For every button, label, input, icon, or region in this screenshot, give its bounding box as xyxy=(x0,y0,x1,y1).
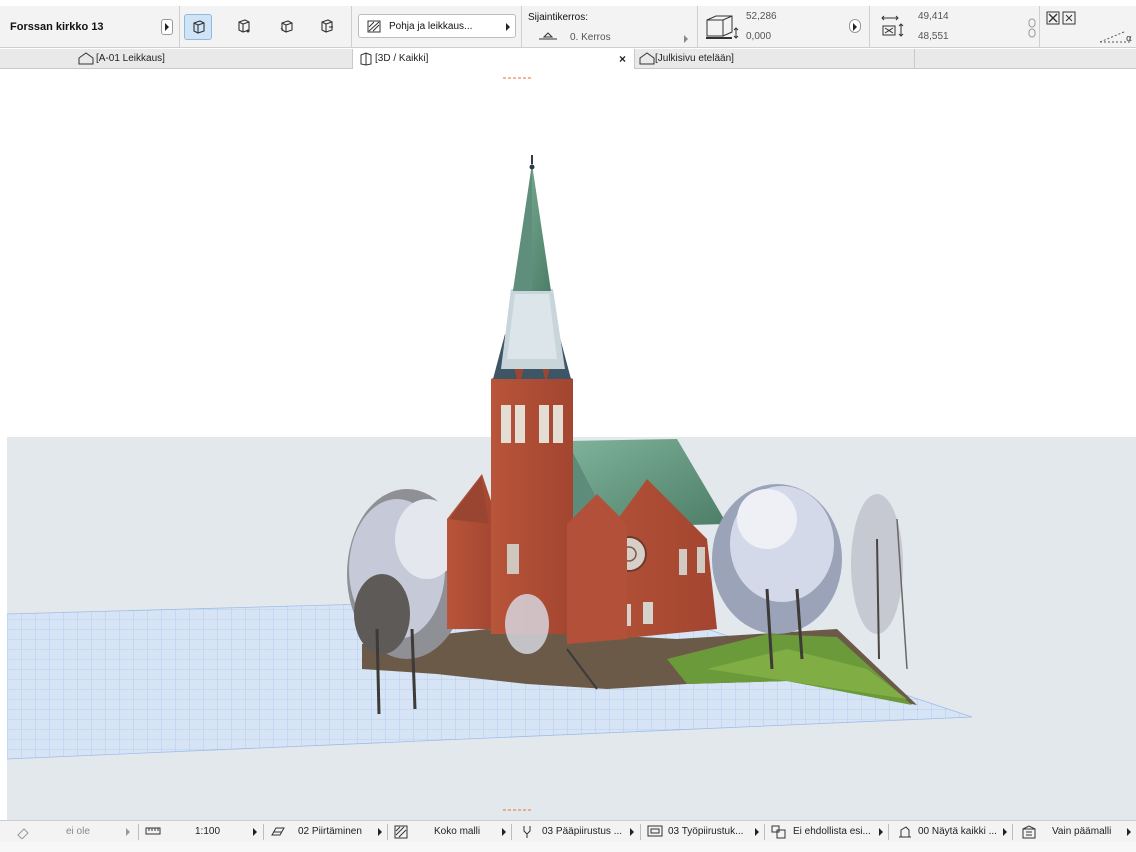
scale-item[interactable]: 1:100 xyxy=(139,821,264,843)
story-segment: Sijaintikerros: 0. Kerros xyxy=(522,6,698,48)
model-view-item[interactable]: Koko malli xyxy=(388,821,512,843)
structure-display-icon xyxy=(1022,825,1036,839)
size-segment: 49,414 48,551 xyxy=(870,6,1040,48)
story-arrow-icon[interactable] xyxy=(684,35,688,43)
structure-display-arrow-icon[interactable] xyxy=(1127,828,1131,836)
height-value[interactable]: 48,551 xyxy=(918,31,949,42)
cube-icon xyxy=(193,20,205,34)
project-segment: Forssan kirkko 13 xyxy=(0,6,180,48)
pen-set-arrow-icon[interactable] xyxy=(630,828,634,836)
viewpoint-label: Pohja ja leikkaus... xyxy=(389,21,473,32)
structure-display-value: Vain päämalli xyxy=(1052,826,1112,837)
box-options-button[interactable] xyxy=(849,19,861,33)
toggle-cross-icon[interactable] xyxy=(1046,11,1086,25)
project-name: Forssan kirkko 13 xyxy=(10,21,104,33)
tab-label: [3D / Kaikki] xyxy=(375,53,429,64)
orbit-cube-icon xyxy=(280,20,293,33)
tab-close-icon[interactable]: × xyxy=(619,52,626,66)
story-label: Sijaintikerros: xyxy=(528,12,589,23)
chain-link-icon[interactable] xyxy=(1028,18,1036,38)
story-value[interactable]: 0. Kerros xyxy=(570,32,611,43)
plan-section-icon xyxy=(367,20,381,33)
graphic-override-arrow-icon[interactable] xyxy=(1003,828,1007,836)
graphic-override-value: 00 Näytä kaikki ... xyxy=(918,826,997,837)
monitor-icon xyxy=(647,825,663,837)
quick-options-bar: ei ole 1:100 02 Piirtäminen Koko malli 0… xyxy=(0,820,1136,842)
point-cloud-scene xyxy=(7,77,1136,820)
model-view-options-value: 03 Työpiirustuk... xyxy=(668,826,744,837)
undo-label: ei ole xyxy=(66,826,90,837)
renovation-filter-value: Ei ehdollista esi... xyxy=(793,826,871,837)
dropdown-arrow-icon xyxy=(506,23,510,31)
story-level-icon xyxy=(539,32,557,40)
window-tab-bar: [A-01 Leikkaus] [3D / Kaikki] × [Julkisi… xyxy=(0,49,1136,69)
layer-combo-item[interactable]: 02 Piirtäminen xyxy=(264,821,388,843)
box-elevation-icon xyxy=(706,15,739,39)
renovation-icon xyxy=(771,825,786,839)
3d-view-fly-button[interactable] xyxy=(313,14,341,40)
tab-label: [Julkisivu etelään] xyxy=(655,53,734,64)
3d-window-icon xyxy=(360,52,372,66)
undo-item[interactable]: ei ole xyxy=(0,821,140,843)
project-menu-button[interactable] xyxy=(161,19,173,35)
graphic-override-item[interactable]: 00 Näytä kaikki ... xyxy=(889,821,1013,843)
church-model xyxy=(447,155,727,644)
angle-icon: α xyxy=(1099,31,1132,44)
elevation-icon xyxy=(639,52,655,65)
section-icon xyxy=(78,52,94,65)
layer-combo-value: 02 Piirtäminen xyxy=(298,826,362,837)
viewpoint-dropdown[interactable]: Pohja ja leikkaus... xyxy=(358,14,516,38)
graphic-override-icon xyxy=(899,826,911,838)
ruler-icon xyxy=(145,827,161,835)
box-height-segment: 52,286 0,000 xyxy=(698,6,870,48)
tab-section[interactable]: [A-01 Leikkaus] xyxy=(0,49,353,69)
misc-segment: α xyxy=(1040,6,1136,48)
3d-view-orbit-button[interactable] xyxy=(273,14,301,40)
model-view-arrow-icon[interactable] xyxy=(502,828,506,836)
pen-set-value: 03 Pääpiirustus ... xyxy=(542,826,623,837)
viewpoint-segment: Pohja ja leikkaus... xyxy=(352,6,522,48)
box-top-value[interactable]: 52,286 xyxy=(746,11,777,22)
renovation-arrow-icon[interactable] xyxy=(879,828,883,836)
svg-text:α: α xyxy=(1126,34,1132,44)
scale-value: 1:100 xyxy=(195,826,221,837)
undo-arrow-icon[interactable] xyxy=(126,828,130,836)
model-view-value: Koko malli xyxy=(434,826,481,837)
renovation-filter-item[interactable]: Ei ehdollista esi... xyxy=(765,821,889,843)
eraser-icon xyxy=(17,828,29,839)
3d-view-axonometry-button[interactable] xyxy=(184,14,212,40)
3d-view-perspective-button[interactable] xyxy=(230,14,258,40)
width-height-icon xyxy=(881,15,904,37)
pen-icon xyxy=(523,826,531,838)
scale-arrow-icon[interactable] xyxy=(253,828,257,836)
info-box: Forssan kirkko 13 Pohja ja leikkaus... S… xyxy=(0,6,1136,48)
tab-3d[interactable]: [3D / Kaikki] × xyxy=(353,49,635,69)
pen-set-item[interactable]: 03 Pääpiirustus ... xyxy=(512,821,640,843)
width-value[interactable]: 49,414 xyxy=(918,11,949,22)
3d-viewport[interactable] xyxy=(7,69,1136,820)
bottom-strip xyxy=(0,842,1136,852)
model-view-options-arrow-icon[interactable] xyxy=(755,828,759,836)
tab-label: [A-01 Leikkaus] xyxy=(96,53,165,64)
model-view-icon xyxy=(394,825,408,839)
fly-cube-icon xyxy=(321,19,333,33)
view-mode-segment xyxy=(180,6,352,48)
box-bottom-value[interactable]: 0,000 xyxy=(746,31,771,42)
perspective-cube-icon xyxy=(238,19,250,33)
model-view-options-item[interactable]: 03 Työpiirustuk... xyxy=(641,821,765,843)
layer-arrow-icon[interactable] xyxy=(378,828,382,836)
structure-display-item[interactable]: Vain päämalli xyxy=(1013,821,1136,843)
layers-icon xyxy=(271,827,285,836)
tab-elevation[interactable]: [Julkisivu etelään] xyxy=(635,49,915,69)
